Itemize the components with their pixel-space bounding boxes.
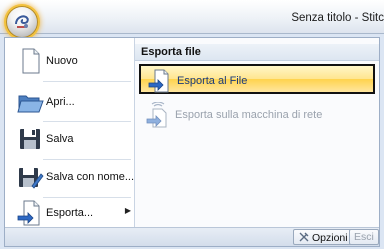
menu-item-open[interactable]: Apri... (5, 85, 135, 119)
export-icon (17, 200, 40, 226)
open-folder-icon (17, 95, 44, 113)
options-label: Opzioni (312, 232, 348, 244)
menu-left-pane: Nuovo Apri... Salva Salva con nome... Es… (5, 38, 135, 227)
export-network-machine-item[interactable]: Esporta sulla macchina di rete (139, 100, 375, 130)
menu-item-export[interactable]: Esporta... ▶ (5, 196, 135, 230)
menu-item-label: Salva (46, 133, 74, 145)
menu-item-save-as[interactable]: Salva con nome... (5, 160, 135, 194)
exit-label: Esci (354, 231, 374, 243)
menu-item-new[interactable]: Nuovo (5, 44, 135, 78)
export-to-file-item[interactable]: Esporta al File (139, 64, 375, 94)
application-menu-button[interactable] (6, 6, 38, 38)
window-title: Senza titolo - Stitc (291, 12, 384, 24)
menu-item-label: Apri... (46, 96, 75, 108)
options-icon (299, 232, 309, 242)
submenu-header: Esporta file (135, 44, 379, 61)
export-network-machine-icon (146, 102, 167, 128)
menu-separator (43, 81, 131, 82)
submenu-arrow-icon: ▶ (124, 206, 131, 215)
export-network-machine-label: Esporta sulla macchina di rete (175, 109, 323, 121)
options-button[interactable]: Opzioni (293, 229, 353, 245)
save-disk-icon (20, 129, 40, 149)
export-to-file-icon (148, 69, 169, 93)
save-as-icon (19, 168, 44, 189)
application-logo-icon (15, 15, 29, 28)
menu-item-label: Nuovo (46, 55, 78, 67)
export-submenu: Esporta file Esporta al File Esporta sul… (135, 38, 379, 227)
menu-footer: Opzioni Esci (5, 227, 379, 246)
title-bar: Senza titolo - Stitc (0, 0, 384, 34)
exit-button[interactable]: Esci (349, 229, 379, 245)
export-to-file-label: Esporta al File (177, 75, 248, 87)
menu-item-label: Salva con nome... (46, 171, 135, 183)
menu-item-save[interactable]: Salva (5, 122, 135, 156)
application-menu: Nuovo Apri... Salva Salva con nome... Es… (4, 37, 380, 247)
menu-item-label: Esporta... (46, 207, 94, 219)
new-document-icon (22, 48, 40, 74)
